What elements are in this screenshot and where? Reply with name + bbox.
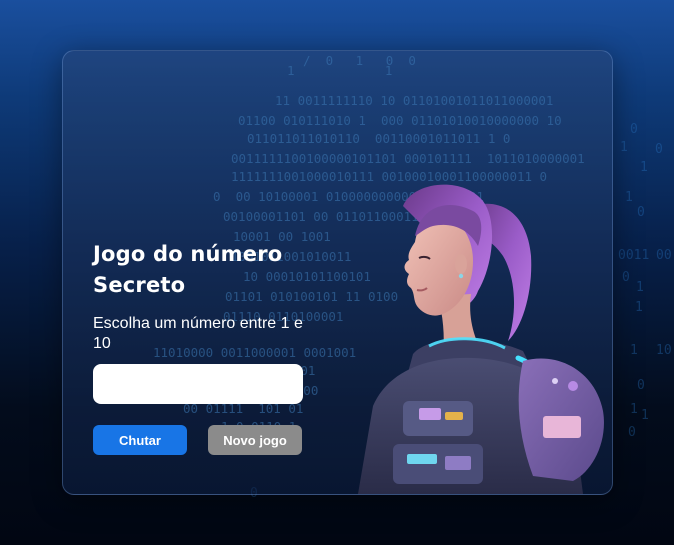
game-card: / 0 1 0 0 1 1 11 0011111110 10 011010010…	[62, 50, 613, 495]
new-game-button[interactable]: Novo jogo	[208, 425, 302, 455]
button-row: Chutar Novo jogo	[93, 425, 308, 455]
guess-input[interactable]	[93, 364, 303, 404]
astronaut-girl-illustration	[358, 184, 604, 494]
instruction-text: Escolha um número entre 1 e 10	[93, 315, 303, 352]
game-title: Jogo do número Secreto	[93, 242, 283, 297]
game-panel: Jogo do número Secreto Escolha um número…	[93, 239, 308, 455]
guess-button[interactable]: Chutar	[93, 425, 187, 455]
